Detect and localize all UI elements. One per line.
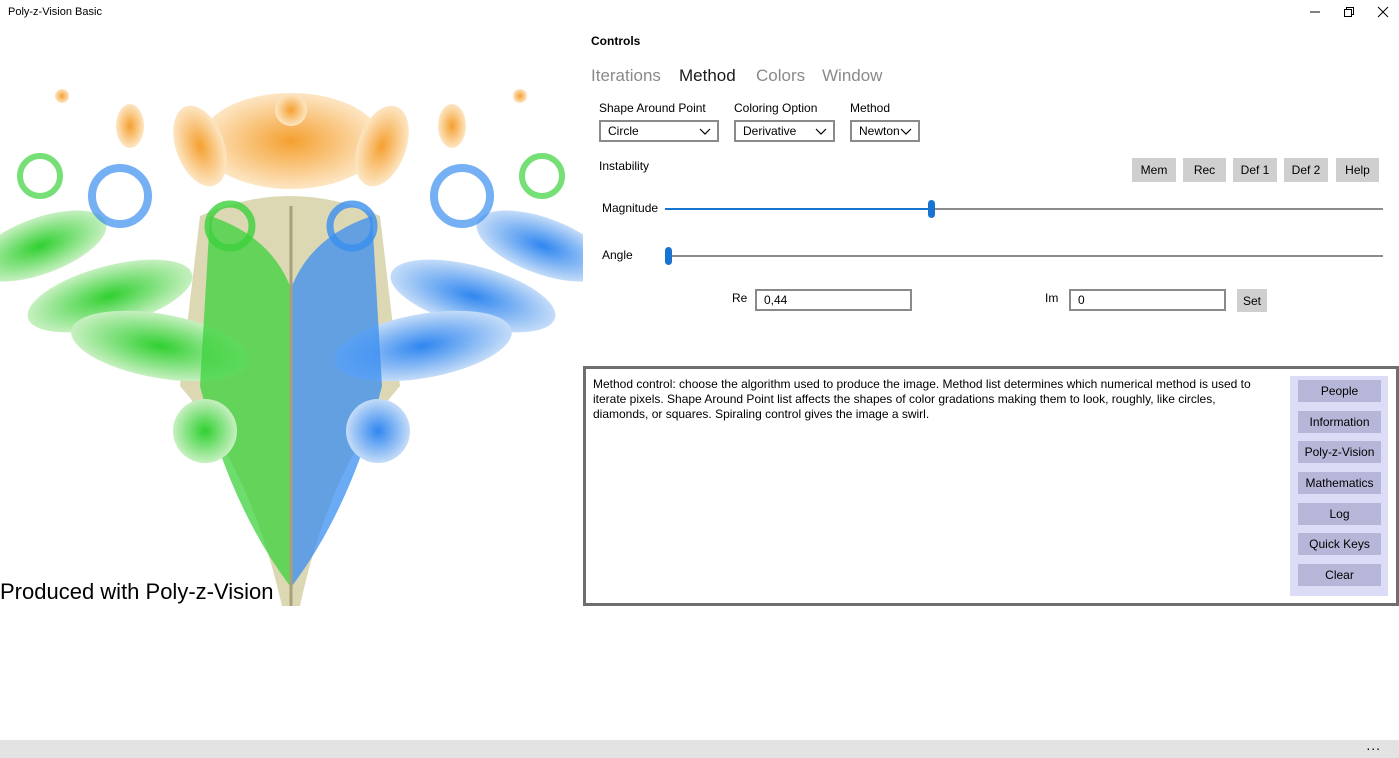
watermark-text: Produced with Poly-z-Vision xyxy=(0,579,274,604)
mathematics-button[interactable]: Mathematics xyxy=(1298,472,1381,494)
rec-button[interactable]: Rec xyxy=(1183,158,1226,182)
quick-keys-button[interactable]: Quick Keys xyxy=(1298,533,1381,555)
status-bar xyxy=(0,740,1399,758)
information-button[interactable]: Information xyxy=(1298,411,1381,433)
mem-button[interactable]: Mem xyxy=(1132,158,1176,182)
more-button[interactable]: ... xyxy=(1366,737,1381,753)
magnitude-label: Magnitude xyxy=(602,201,659,215)
tab-iterations[interactable]: Iterations xyxy=(591,66,661,86)
coloring-select[interactable]: Derivative xyxy=(734,120,835,142)
log-button[interactable]: Log xyxy=(1298,503,1381,525)
chevron-down-icon xyxy=(815,128,827,135)
angle-track xyxy=(665,255,1383,257)
angle-slider[interactable] xyxy=(665,246,1383,266)
restore-button[interactable] xyxy=(1332,0,1366,24)
def2-button[interactable]: Def 2 xyxy=(1284,158,1328,182)
chevron-down-icon xyxy=(699,128,711,135)
info-text: Method control: choose the algorithm use… xyxy=(593,377,1251,421)
def1-button[interactable]: Def 1 xyxy=(1233,158,1277,182)
magnitude-thumb[interactable] xyxy=(928,200,935,218)
restore-icon xyxy=(1344,7,1354,17)
tab-colors[interactable]: Colors xyxy=(756,66,805,86)
shape-label: Shape Around Point xyxy=(599,101,706,115)
shape-value: Circle xyxy=(608,124,639,138)
magnitude-slider[interactable] xyxy=(665,199,1383,219)
help-button[interactable]: Help xyxy=(1336,158,1379,182)
angle-thumb[interactable] xyxy=(665,247,672,265)
controls-title: Controls xyxy=(591,34,641,48)
im-input[interactable]: 0 xyxy=(1069,289,1226,311)
instability-label: Instability xyxy=(599,159,650,173)
window-title: Poly-z-Vision Basic xyxy=(8,6,102,18)
tab-method[interactable]: Method xyxy=(679,66,736,86)
set-button[interactable]: Set xyxy=(1237,289,1267,312)
close-button[interactable] xyxy=(1366,0,1399,24)
method-select[interactable]: Newton xyxy=(850,120,920,142)
angle-label: Angle xyxy=(602,248,633,262)
minimize-button[interactable] xyxy=(1298,0,1332,24)
im-label: Im xyxy=(1045,291,1059,305)
method-label: Method xyxy=(850,101,891,115)
shape-select[interactable]: Circle xyxy=(599,120,719,142)
poly-z-vision-button[interactable]: Poly-z-Vision xyxy=(1298,441,1381,463)
clear-button[interactable]: Clear xyxy=(1298,564,1381,586)
re-input[interactable]: 0,44 xyxy=(755,289,912,311)
coloring-value: Derivative xyxy=(743,124,797,138)
magnitude-fill xyxy=(665,208,931,210)
fractal-image[interactable] xyxy=(0,86,583,606)
chevron-down-icon xyxy=(900,128,912,135)
tab-window[interactable]: Window xyxy=(822,66,882,86)
method-value: Newton xyxy=(859,124,900,138)
re-label: Re xyxy=(732,291,748,305)
minimize-icon xyxy=(1310,11,1320,13)
close-icon xyxy=(1377,6,1389,18)
coloring-label: Coloring Option xyxy=(734,101,818,115)
people-button[interactable]: People xyxy=(1298,380,1381,402)
